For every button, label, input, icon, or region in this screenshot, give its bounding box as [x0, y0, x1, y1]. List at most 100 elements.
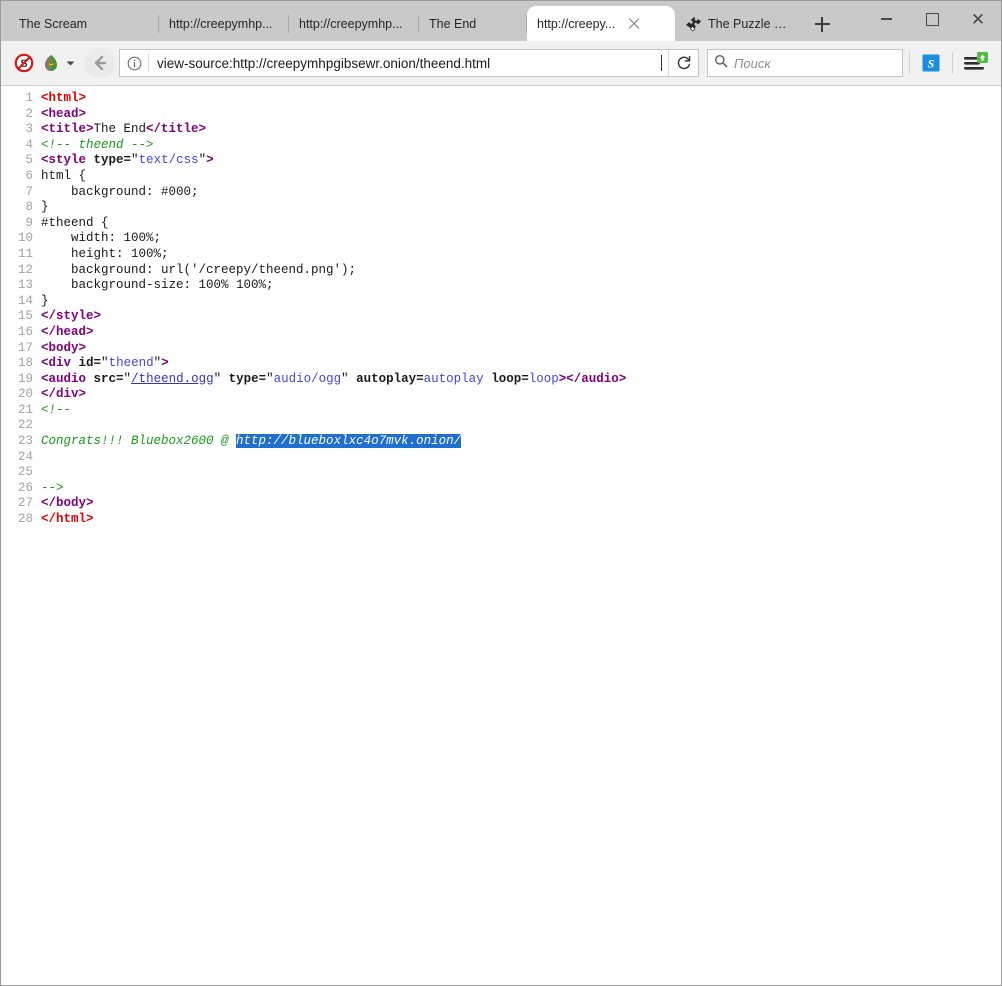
code-line: 28</html>: [1, 512, 1001, 528]
tab-creepymhp-2[interactable]: http://creepymhp...: [289, 7, 419, 41]
view-source-pane[interactable]: 1<html>2<head>3<title>The End</title>4<!…: [1, 86, 1001, 985]
tab-the-end[interactable]: The End: [419, 7, 527, 41]
code-token: autoplay: [424, 372, 484, 386]
code-token: background: #000;: [41, 185, 199, 199]
line-number: 5: [1, 153, 41, 169]
line-number: 12: [1, 263, 41, 279]
code-line: 11 height: 100%;: [1, 247, 1001, 263]
maximize-button[interactable]: [909, 4, 955, 34]
code-content: [41, 418, 1001, 434]
code-line: 20</div>: [1, 387, 1001, 403]
code-content: [41, 465, 1001, 481]
code-token: autoplay=: [356, 372, 424, 386]
code-token: <style: [41, 153, 86, 167]
tab-label: The End: [429, 17, 476, 31]
browser-window: The Scream http://creepymhp... http://cr…: [0, 0, 1002, 986]
code-token: <!--: [41, 403, 71, 417]
new-tab-button[interactable]: [805, 7, 839, 41]
line-number: 11: [1, 247, 41, 263]
search-box[interactable]: Поиск: [707, 49, 903, 77]
tab-the-scream[interactable]: The Scream: [9, 7, 159, 41]
address-bar[interactable]: view-source:http://creepymhpgibsewr.onio…: [119, 49, 699, 77]
code-line: 21<!--: [1, 403, 1001, 419]
code-token: ": [124, 372, 132, 386]
code-line: 10 width: 100%;: [1, 231, 1001, 247]
tab-creepymhp-1[interactable]: http://creepymhp...: [159, 7, 289, 41]
code-token: ": [154, 356, 162, 370]
tab-label: The Scream: [19, 17, 87, 31]
code-token: background: url('/creepy/theend.png');: [41, 263, 356, 277]
hamburger-menu-icon[interactable]: [959, 48, 993, 78]
code-content: Congrats!!! Bluebox2600 @ http://bluebox…: [41, 434, 1001, 450]
code-content: background: #000;: [41, 185, 1001, 201]
code-token: loop: [529, 372, 559, 386]
line-number: 19: [1, 372, 41, 388]
code-line: 9#theend {: [1, 216, 1001, 232]
code-token: type=: [229, 372, 267, 386]
code-token: ": [214, 372, 229, 386]
close-window-button[interactable]: ✕: [955, 4, 1001, 34]
code-content: </body>: [41, 496, 1001, 512]
code-token: id=: [79, 356, 102, 370]
line-number: 26: [1, 481, 41, 497]
code-content: <body>: [41, 341, 1001, 357]
line-number: 9: [1, 216, 41, 232]
line-number: 6: [1, 169, 41, 185]
tab-label: The Puzzle Ma...: [708, 17, 795, 31]
search-input[interactable]: Поиск: [734, 56, 771, 71]
code-line: 2<head>: [1, 107, 1001, 123]
line-number: 1: [1, 91, 41, 107]
code-content: <title>The End</title>: [41, 122, 1001, 138]
code-line: 7 background: #000;: [1, 185, 1001, 201]
code-line: 8}: [1, 200, 1001, 216]
code-token: }: [41, 294, 49, 308]
reload-button[interactable]: [668, 50, 698, 76]
code-token: </html>: [41, 512, 94, 526]
close-icon[interactable]: [627, 17, 641, 31]
line-number: 27: [1, 496, 41, 512]
code-token: <head>: [41, 107, 86, 121]
noscript-icon[interactable]: S: [9, 48, 39, 78]
onion-security-icon[interactable]: [39, 48, 63, 78]
code-line: 18<div id="theend">: [1, 356, 1001, 372]
selected-url-link[interactable]: http://blueboxlxc4o7mvk.onion/: [236, 434, 461, 448]
code-content: <head>: [41, 107, 1001, 123]
info-circle-icon[interactable]: [120, 50, 148, 76]
code-content: }: [41, 200, 1001, 216]
code-content: <!-- theend -->: [41, 138, 1001, 154]
minimize-button[interactable]: [863, 4, 909, 34]
code-token: </head>: [41, 325, 94, 339]
tab-creepy-active[interactable]: http://creepy...: [527, 6, 675, 41]
code-content: <div id="theend">: [41, 356, 1001, 372]
code-line: 17<body>: [1, 341, 1001, 357]
code-token: }: [41, 200, 49, 214]
line-number: 8: [1, 200, 41, 216]
code-token: >: [161, 356, 169, 370]
code-token: ": [131, 153, 139, 167]
url-text[interactable]: view-source:http://creepymhpgibsewr.onio…: [157, 56, 661, 71]
tab-label: http://creepy...: [537, 17, 615, 31]
back-button[interactable]: [85, 48, 115, 78]
tab-the-puzzle-ma[interactable]: The Puzzle Ma...: [675, 7, 805, 41]
code-line: 19<audio src="/theend.ogg" type="audio/o…: [1, 372, 1001, 388]
code-line: 4<!-- theend -->: [1, 138, 1001, 154]
code-line: 25: [1, 465, 1001, 481]
code-content: #theend {: [41, 216, 1001, 232]
code-content: <style type="text/css">: [41, 153, 1001, 169]
code-token: [71, 356, 79, 370]
skype-icon[interactable]: S: [916, 48, 946, 78]
code-token: ": [101, 356, 109, 370]
code-token: <body>: [41, 341, 86, 355]
chevron-down-icon[interactable]: [63, 48, 77, 78]
code-content: <html>: [41, 91, 1001, 107]
source-link[interactable]: /theend.ogg: [131, 372, 214, 386]
code-token: src=: [94, 372, 124, 386]
code-content: }: [41, 294, 1001, 310]
line-number: 23: [1, 434, 41, 450]
code-content: </html>: [41, 512, 1001, 528]
search-icon: [714, 54, 728, 73]
code-token: text/css: [139, 153, 199, 167]
code-token: loop=: [491, 372, 529, 386]
code-token: <title>: [41, 122, 94, 136]
code-token: Congrats!!! Bluebox2600 @: [41, 434, 236, 448]
